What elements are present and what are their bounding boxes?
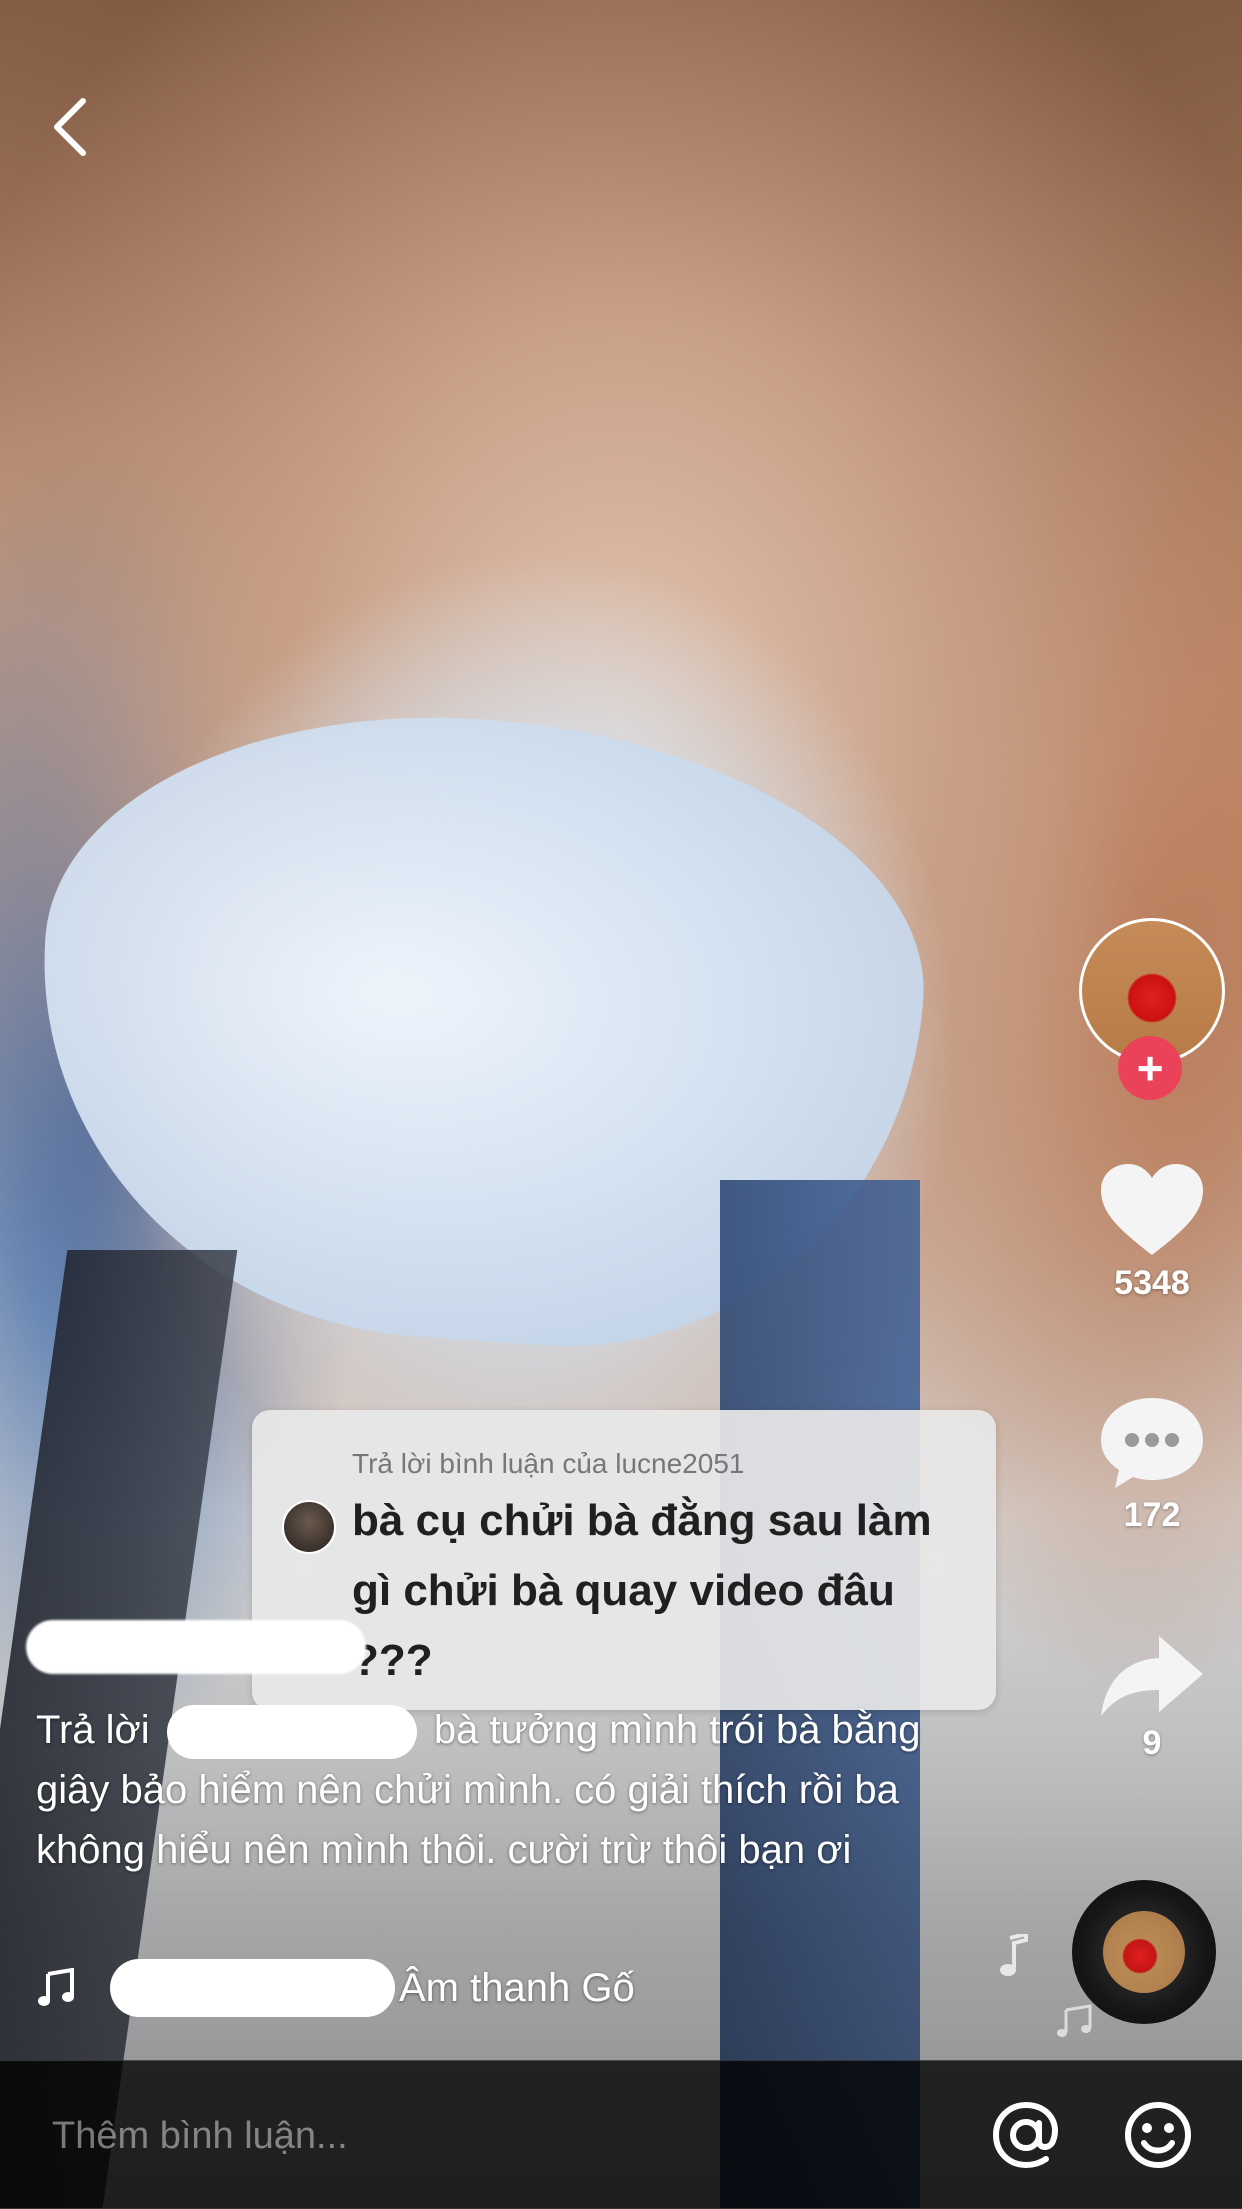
reply-commenter-avatar <box>282 1500 336 1554</box>
music-author-redacted <box>110 1959 395 2017</box>
creator-username-redacted[interactable] <box>26 1620 366 1674</box>
caption-prefix: Trả lời <box>36 1708 150 1752</box>
share-button[interactable]: 9 <box>1092 1630 1212 1763</box>
like-count: 5348 <box>1114 1264 1190 1302</box>
mention-button[interactable] <box>990 2099 1062 2176</box>
back-icon <box>54 98 86 156</box>
floating-note-icon-2 <box>1057 2004 1092 2037</box>
music-disc-button[interactable] <box>1072 1880 1216 2024</box>
comment-bar: Thêm bình luận... <box>0 2060 1242 2209</box>
comment-icon <box>1101 1398 1203 1488</box>
music-cover-image <box>1103 1911 1185 1993</box>
emoji-icon <box>1125 2102 1191 2168</box>
comment-input[interactable]: Thêm bình luận... <box>52 2115 348 2158</box>
follow-button[interactable]: + <box>1118 1036 1182 1100</box>
share-count: 9 <box>1142 1724 1162 1762</box>
video-caption[interactable]: Trả lời bà tưởng mình trói bà bằng giây … <box>36 1700 976 1880</box>
share-icon <box>1101 1636 1203 1716</box>
reply-header: Trả lời bình luận của lucne2051 <box>352 1448 745 1479</box>
floating-note-icon <box>1000 1934 1028 1976</box>
comment-count: 172 <box>1123 1496 1181 1534</box>
music-label: Âm thanh Gố <box>399 1965 635 2010</box>
comment-button[interactable]: 172 <box>1092 1392 1212 1535</box>
heart-icon <box>1101 1164 1203 1255</box>
music-row[interactable]: Âm thanh Gố <box>36 1958 635 2018</box>
back-button[interactable] <box>40 92 100 162</box>
reply-comment-sticker[interactable]: Trả lời bình luận của lucne2051 bà cụ ch… <box>252 1410 996 1710</box>
emoji-button[interactable] <box>1122 2099 1194 2176</box>
music-note-icon <box>38 1968 74 2006</box>
at-icon <box>992 2101 1058 2169</box>
like-button[interactable]: 5348 <box>1092 1160 1212 1303</box>
mention-redacted[interactable] <box>166 1705 417 1760</box>
reply-comment-text: bà cụ chửi bà đằng sau làm gì chửi bà qu… <box>352 1496 932 1685</box>
